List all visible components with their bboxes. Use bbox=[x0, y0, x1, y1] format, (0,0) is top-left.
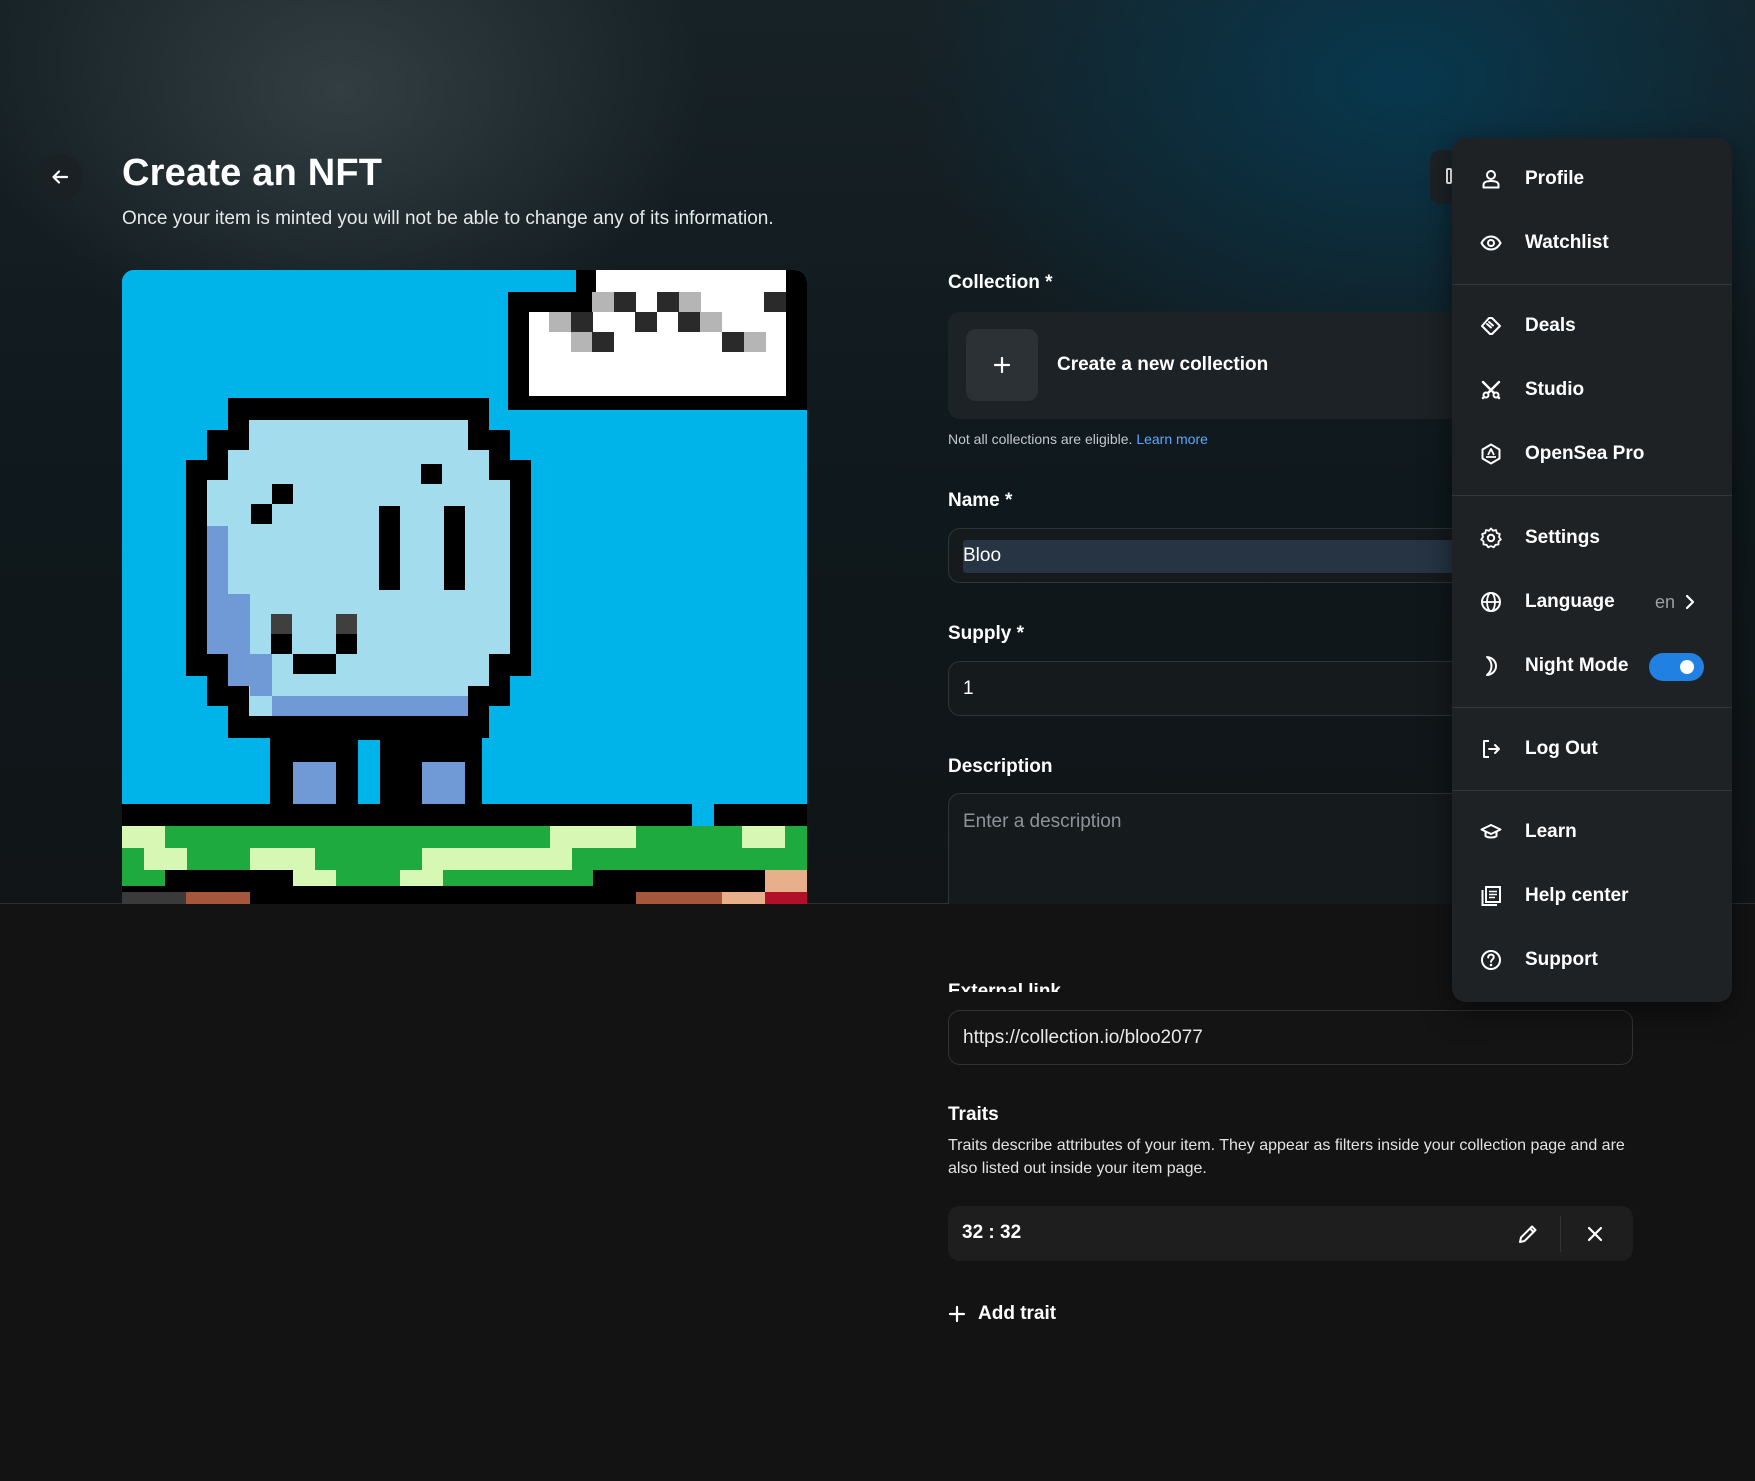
menu-item-label: OpenSea Pro bbox=[1525, 443, 1645, 464]
supply-label: Supply * bbox=[948, 623, 1025, 644]
collection-hint: Not all collections are eligible. Learn … bbox=[948, 431, 1208, 447]
add-trait-label: Add trait bbox=[978, 1303, 1057, 1324]
supply-value: 1 bbox=[963, 678, 974, 699]
description-label: Description bbox=[948, 756, 1053, 777]
external-link-value: https://collection.io/bloo2077 bbox=[963, 1027, 1203, 1048]
question-circle-icon bbox=[1481, 950, 1501, 970]
toggle-knob bbox=[1680, 660, 1694, 674]
menu-divider bbox=[1452, 707, 1732, 708]
menu-item-label: Log Out bbox=[1525, 738, 1598, 759]
gear-icon bbox=[1480, 527, 1502, 549]
menu-item-label: Support bbox=[1525, 949, 1598, 970]
name-label: Name * bbox=[948, 490, 1013, 511]
chevron-right-icon bbox=[1685, 594, 1695, 610]
plus-icon bbox=[966, 329, 1038, 401]
night-mode-toggle[interactable] bbox=[1649, 653, 1704, 681]
back-button[interactable] bbox=[37, 154, 83, 200]
menu-item-opensea-pro[interactable]: OpenSea Pro bbox=[1452, 428, 1732, 480]
opensea-pro-icon bbox=[1481, 443, 1501, 465]
trait-action-divider bbox=[1560, 1216, 1561, 1252]
moon-icon bbox=[1486, 656, 1497, 676]
pencil-icon bbox=[1519, 1225, 1537, 1243]
collection-hint-text: Not all collections are eligible. bbox=[948, 431, 1133, 447]
menu-item-label: Deals bbox=[1525, 315, 1576, 336]
trait-row: 32 : 32 bbox=[948, 1206, 1633, 1261]
menu-item-label: Settings bbox=[1525, 527, 1600, 548]
create-collection-label: Create a new collection bbox=[1057, 354, 1269, 375]
external-link-label-text: External link bbox=[948, 981, 1061, 992]
graduation-cap-icon bbox=[1480, 824, 1502, 839]
account-menu: Profile Watchlist Deals Studio OpenSea P… bbox=[1452, 138, 1732, 1002]
logout-icon bbox=[1483, 740, 1500, 758]
menu-item-support[interactable]: Support bbox=[1452, 934, 1732, 986]
menu-item-label: Night Mode bbox=[1525, 655, 1629, 676]
pixel-art-image bbox=[122, 270, 807, 904]
menu-item-label: Learn bbox=[1525, 821, 1577, 842]
book-icon bbox=[1481, 886, 1501, 906]
description-placeholder: Enter a description bbox=[963, 811, 1122, 832]
eye-icon bbox=[1480, 235, 1502, 251]
menu-item-help-center[interactable]: Help center bbox=[1452, 870, 1732, 922]
menu-item-studio[interactable]: Studio bbox=[1452, 364, 1732, 416]
add-trait-button[interactable]: Add trait bbox=[948, 1303, 1056, 1325]
handshake-icon bbox=[1481, 317, 1501, 335]
traits-description: Traits describe attributes of your item.… bbox=[948, 1137, 1625, 1177]
menu-item-label: Profile bbox=[1525, 168, 1585, 189]
language-value: en bbox=[1655, 592, 1676, 612]
menu-divider bbox=[1452, 495, 1732, 496]
menu-item-log-out[interactable]: Log Out bbox=[1452, 723, 1732, 775]
external-link-field[interactable]: https://collection.io/bloo2077 bbox=[948, 1010, 1633, 1065]
trait-value: 32 : 32 bbox=[962, 1222, 1022, 1243]
remove-trait-button[interactable] bbox=[1573, 1218, 1617, 1250]
studio-tools-icon bbox=[1481, 380, 1501, 400]
globe-icon bbox=[1481, 592, 1501, 612]
menu-item-label: Help center bbox=[1525, 885, 1629, 906]
learn-more-link[interactable]: Learn more bbox=[1136, 431, 1208, 447]
edit-trait-button[interactable] bbox=[1508, 1218, 1548, 1250]
menu-item-label: Language bbox=[1525, 591, 1615, 612]
menu-item-night-mode: Night Mode bbox=[1452, 640, 1732, 692]
menu-divider bbox=[1452, 284, 1732, 285]
menu-item-language[interactable]: Language en bbox=[1452, 576, 1732, 628]
plus-icon bbox=[948, 1305, 966, 1323]
name-value: Bloo bbox=[963, 545, 1002, 566]
menu-divider bbox=[1452, 790, 1732, 791]
menu-item-label: Watchlist bbox=[1525, 232, 1609, 253]
arrow-left-icon bbox=[52, 170, 69, 184]
collection-label: Collection * bbox=[948, 272, 1053, 293]
menu-item-learn[interactable]: Learn bbox=[1452, 806, 1732, 858]
nft-media-preview[interactable] bbox=[122, 270, 807, 904]
menu-item-profile[interactable]: Profile bbox=[1452, 153, 1732, 205]
page-title: Create an NFT bbox=[122, 152, 383, 194]
user-icon bbox=[1482, 170, 1500, 189]
menu-item-settings[interactable]: Settings bbox=[1452, 512, 1732, 564]
menu-item-watchlist[interactable]: Watchlist bbox=[1452, 217, 1732, 269]
external-link-label: External link bbox=[948, 970, 1068, 992]
page-subtitle: Once your item is minted you will not be… bbox=[122, 208, 774, 229]
close-icon bbox=[1587, 1226, 1603, 1242]
traits-label: Traits bbox=[948, 1104, 999, 1125]
menu-item-deals[interactable]: Deals bbox=[1452, 300, 1732, 352]
menu-item-label: Studio bbox=[1525, 379, 1585, 400]
